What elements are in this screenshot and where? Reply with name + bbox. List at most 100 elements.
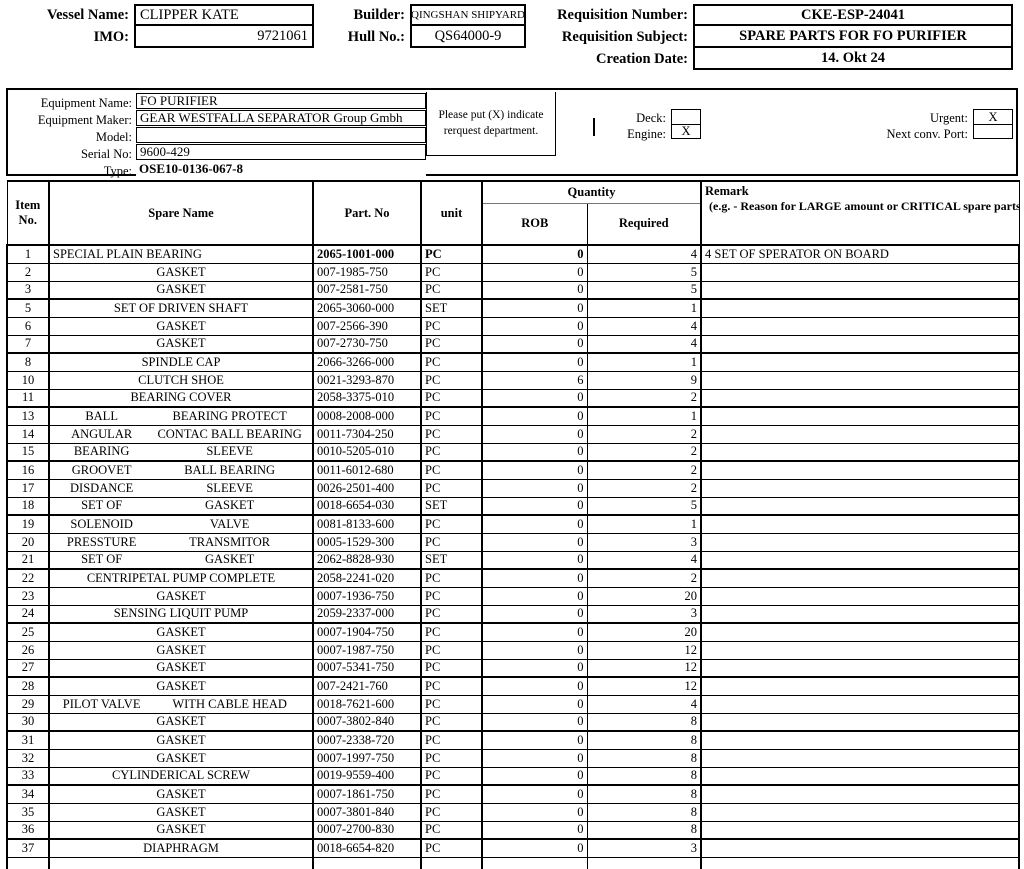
cell-rob[interactable]: 0 <box>481 334 588 354</box>
cell-required[interactable]: 1 <box>586 406 702 426</box>
cell-required[interactable]: 3 <box>586 532 702 552</box>
cell-item-no[interactable]: 8 <box>6 352 50 372</box>
cell-required[interactable]: 3 <box>586 604 702 624</box>
cell-remark[interactable] <box>700 262 1020 282</box>
cell-remark[interactable] <box>700 766 1020 786</box>
cell-remark[interactable] <box>700 838 1020 858</box>
cell-remark[interactable] <box>700 820 1020 840</box>
table-row[interactable]: 35 GASKET 0007-3801-840 PC 0 8 <box>6 802 1020 822</box>
cell-spare-name[interactable]: SET OF GASKET <box>48 496 314 516</box>
cell-required[interactable]: 8 <box>586 802 702 822</box>
cell-rob[interactable]: 0 <box>481 280 588 300</box>
cell-required[interactable]: 5 <box>586 262 702 282</box>
deck-checkbox[interactable] <box>671 109 701 124</box>
table-row[interactable]: 37 DIAPHRAGM 0018-6654-820 PC 0 3 <box>6 838 1020 858</box>
cell-remark[interactable] <box>700 460 1020 480</box>
cell-rob[interactable]: 0 <box>481 262 588 282</box>
table-row[interactable]: 26 GASKET 0007-1987-750 PC 0 12 <box>6 640 1020 660</box>
cell-item-no[interactable]: 23 <box>6 586 50 606</box>
table-row[interactable]: 2 GASKET 007-1985-750 PC 0 5 <box>6 262 1020 282</box>
table-row[interactable]: 25 GASKET 0007-1904-750 PC 0 20 <box>6 622 1020 642</box>
cell-unit[interactable]: PC <box>420 640 483 660</box>
cell-spare-name[interactable]: ANGULAR CONTAC BALL BEARING <box>48 424 314 444</box>
cell-unit[interactable]: PC <box>420 352 483 372</box>
cell-remark[interactable] <box>700 550 1020 570</box>
cell-rob[interactable]: 0 <box>481 442 588 462</box>
cell-part-no[interactable]: 2059-2337-000 <box>312 604 422 624</box>
cell-item-no[interactable]: 18 <box>6 496 50 516</box>
cell-spare-name[interactable]: GASKET <box>48 586 314 606</box>
cell-required[interactable]: 4 <box>586 694 702 714</box>
cell-part-no[interactable]: 0007-1861-750 <box>312 784 422 804</box>
cell-unit[interactable]: PC <box>420 802 483 822</box>
cell-remark[interactable] <box>700 802 1020 822</box>
cell-item-no[interactable]: 36 <box>6 820 50 840</box>
cell-rob[interactable]: 0 <box>481 460 588 480</box>
table-row[interactable]: 13 BALL BEARING PROTECT 0008-2008-000 PC 0 1 <box>6 406 1020 426</box>
cell-spare-name[interactable]: GASKET <box>48 676 314 696</box>
cell-part-no[interactable]: 007-2730-750 <box>312 334 422 354</box>
cell-remark[interactable] <box>700 748 1020 768</box>
cell-spare-name[interactable]: GASKET <box>48 658 314 678</box>
cell-part-no[interactable]: 0026-2501-400 <box>312 478 422 498</box>
cell-unit[interactable]: PC <box>420 406 483 426</box>
cell-unit[interactable]: PC <box>420 766 483 786</box>
cell-item-no[interactable]: 30 <box>6 712 50 732</box>
cell-item-no[interactable]: 21 <box>6 550 50 570</box>
cell-spare-name[interactable]: SENSING LIQUIT PUMP <box>48 604 314 624</box>
cell-part-no[interactable]: 0007-2700-830 <box>312 820 422 840</box>
cell-part-no[interactable]: 0007-2338-720 <box>312 730 422 750</box>
cell-unit[interactable]: PC <box>420 370 483 390</box>
cell-remark[interactable] <box>700 784 1020 804</box>
cell-remark[interactable] <box>700 496 1020 516</box>
cell-rob[interactable]: 0 <box>481 424 588 444</box>
table-row[interactable]: 6 GASKET 007-2566-390 PC 0 4 <box>6 316 1020 336</box>
cell-remark[interactable] <box>700 586 1020 606</box>
table-row[interactable]: 7 GASKET 007-2730-750 PC 0 4 <box>6 334 1020 354</box>
cell-required[interactable]: 4 <box>586 334 702 354</box>
cell-required[interactable]: 12 <box>586 640 702 660</box>
table-row[interactable]: 24 SENSING LIQUIT PUMP 2059-2337-000 PC 0 3 <box>6 604 1020 624</box>
cell-rob[interactable]: 0 <box>481 388 588 408</box>
cell-unit[interactable]: PC <box>420 442 483 462</box>
cell-item-no[interactable]: 26 <box>6 640 50 660</box>
cell-part-no[interactable]: 0007-1936-750 <box>312 586 422 606</box>
cell-item-no[interactable]: 29 <box>6 694 50 714</box>
cell-spare-name[interactable]: SPECIAL PLAIN BEARING <box>48 244 314 264</box>
cell-rob[interactable]: 0 <box>481 658 588 678</box>
requisition-subject-value[interactable]: SPARE PARTS FOR FO PURIFIER <box>693 26 1013 48</box>
cell-rob[interactable]: 0 <box>481 640 588 660</box>
cell-part-no[interactable]: 0018-7621-600 <box>312 694 422 714</box>
cell-part-no[interactable]: 0005-1529-300 <box>312 532 422 552</box>
cell-spare-name[interactable]: PILOT VALVE WITH CABLE HEAD <box>48 694 314 714</box>
cell-spare-name[interactable]: GASKET <box>48 802 314 822</box>
equipment-serial-value[interactable]: 9600-429 <box>136 144 426 160</box>
cell-unit[interactable]: PC <box>420 586 483 606</box>
cell-remark[interactable] <box>700 676 1020 696</box>
cell-remark[interactable] <box>700 658 1020 678</box>
table-row[interactable]: 30 GASKET 0007-3802-840 PC 0 8 <box>6 712 1020 732</box>
cell-item-no[interactable]: 20 <box>6 532 50 552</box>
cell-spare-name[interactable]: GASKET <box>48 748 314 768</box>
table-row[interactable] <box>6 856 1020 869</box>
table-row[interactable]: 1 SPECIAL PLAIN BEARING 2065-1001-000 PC 0 4 4… <box>6 244 1020 264</box>
cell-rob[interactable]: 0 <box>481 766 588 786</box>
cell-rob[interactable]: 0 <box>481 532 588 552</box>
cell-remark[interactable] <box>700 298 1020 318</box>
table-row[interactable]: 23 GASKET 0007-1936-750 PC 0 20 <box>6 586 1020 606</box>
cell-remark[interactable] <box>700 424 1020 444</box>
next-port-value[interactable] <box>973 124 1013 139</box>
cell-spare-name[interactable]: SOLENOID VALVE <box>48 514 314 534</box>
equipment-type-value[interactable]: OSE10-0136-067-8 <box>136 161 426 177</box>
cell-remark[interactable] <box>700 856 1020 869</box>
equipment-name-value[interactable]: FO PURIFIER <box>136 93 426 109</box>
table-row[interactable]: 16 GROOVET BALL BEARING 0011-6012-680 PC 0 2 <box>6 460 1020 480</box>
cell-unit[interactable]: PC <box>420 694 483 714</box>
table-row[interactable]: 18 SET OF GASKET 0018-6654-030 SET 0 5 <box>6 496 1020 516</box>
cell-required[interactable]: 5 <box>586 280 702 300</box>
cell-required[interactable]: 2 <box>586 568 702 588</box>
cell-required[interactable]: 12 <box>586 658 702 678</box>
cell-remark[interactable] <box>700 604 1020 624</box>
cell-spare-name[interactable]: GROOVET BALL BEARING <box>48 460 314 480</box>
table-row[interactable]: 17 DISDANCE SLEEVE 0026-2501-400 PC 0 2 <box>6 478 1020 498</box>
